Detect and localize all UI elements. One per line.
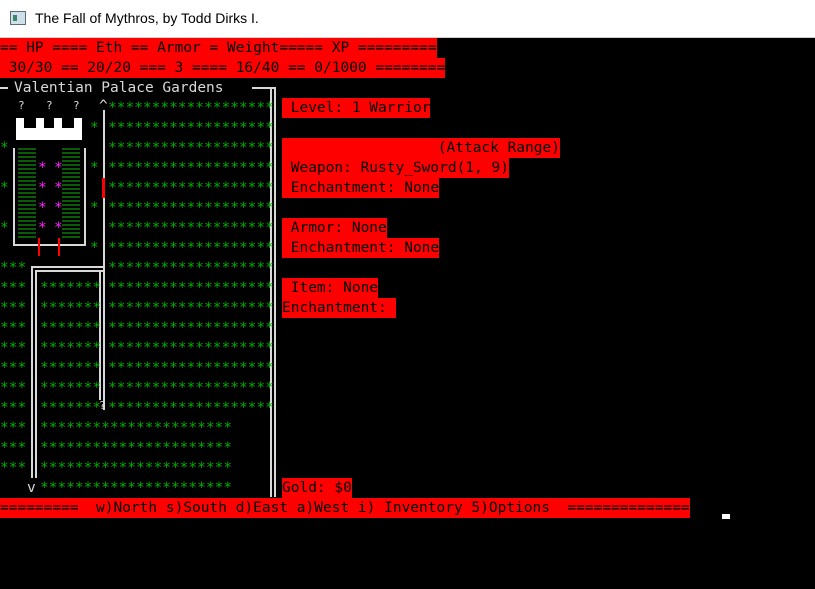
- item-label: Item: None: [282, 278, 379, 298]
- garden-row: *******************: [108, 100, 274, 116]
- garden-row: *******: [40, 340, 102, 356]
- garden-row-wide: **********************: [40, 480, 233, 496]
- item-enchantment-label: Enchantment:: [282, 298, 396, 318]
- garden-row: *******************: [108, 220, 274, 236]
- garden-row: ***: [0, 360, 27, 376]
- garden-row: ***: [0, 280, 27, 296]
- garden-row: *******************: [108, 180, 274, 196]
- garden-edge: *: [90, 200, 99, 216]
- garden-row: ***: [0, 340, 27, 356]
- garden-row: *******: [40, 300, 102, 316]
- garden-row: *******: [40, 280, 102, 296]
- map-frame-top-left: [0, 87, 8, 89]
- path-wall-top-inner: [35, 270, 103, 272]
- garden-edge: *: [90, 120, 99, 136]
- garden-row: *******************: [108, 160, 274, 176]
- armor-label: Armor: None: [282, 218, 387, 238]
- attack-range-label: (Attack Range): [282, 138, 560, 158]
- garden-row: *******************: [108, 360, 274, 376]
- level-label: Level: 1 Warrior: [282, 98, 431, 118]
- weapon-label: Weapon: Rusty_Sword(1, 9): [282, 158, 509, 178]
- garden-row-wide: **********************: [40, 420, 233, 436]
- garden-row: *******************: [108, 260, 274, 276]
- tower-gate: [58, 238, 60, 256]
- controls-bar: ========= w)North s)South d)East a)West …: [0, 498, 690, 518]
- garden-row: *******: [40, 360, 102, 376]
- garden-row: *******: [40, 380, 102, 396]
- map-title: Valentian Palace Gardens: [14, 78, 224, 98]
- garden-row: *******************: [108, 280, 274, 296]
- tower-marker: ?: [18, 99, 25, 112]
- garden-row: ***: [0, 300, 27, 316]
- armor-enchantment-label: Enchantment: None: [282, 238, 440, 258]
- tower-wall-bottom: [13, 244, 86, 246]
- stats-values: 30/30 == 20/20 === 3 ==== 16/40 == 0/100…: [0, 58, 446, 78]
- garden-row: ***: [0, 460, 27, 476]
- garden-row: ***: [0, 400, 27, 416]
- garden-row: ***: [0, 420, 27, 436]
- tower-flowers: * * * *: [54, 160, 63, 236]
- weapon-enchantment-label: Enchantment: None: [282, 178, 440, 198]
- path-wall-left-inner: [35, 270, 37, 478]
- console-app-icon: [10, 11, 26, 25]
- map-frame-top-right: [252, 87, 276, 89]
- garden-row: ***: [0, 380, 27, 396]
- garden-edge: *: [0, 220, 9, 236]
- garden-row: *******************: [108, 320, 274, 336]
- garden-row: *******************: [108, 300, 274, 316]
- tower-marker: ?: [73, 99, 80, 112]
- garden-row: *******: [40, 400, 102, 416]
- map-frame-right-wall-2: [274, 87, 276, 497]
- tower-wall-right: [84, 148, 86, 246]
- window-title: The Fall of Mythros, by Todd Dirks I.: [35, 10, 259, 26]
- garden-edge: *: [0, 140, 9, 156]
- castle-battlements-icon: [16, 118, 82, 140]
- garden-row: *******: [40, 320, 102, 336]
- tower-wall-left: [13, 148, 15, 246]
- garden-row: ***: [0, 320, 27, 336]
- gold-label: Gold: $0: [282, 478, 352, 498]
- window-titlebar: The Fall of Mythros, by Todd Dirks I.: [0, 0, 815, 38]
- path-wall-top: [31, 266, 105, 268]
- garden-row: *******************: [108, 400, 274, 416]
- garden-row: *******************: [108, 240, 274, 256]
- garden-edge: *: [90, 160, 99, 176]
- garden-edge: ***: [0, 260, 27, 276]
- tower-gate: [38, 238, 40, 256]
- tower-left-hedge: [18, 148, 36, 238]
- garden-row-wide: **********************: [40, 460, 233, 476]
- path-wall-left-outer: [31, 266, 33, 478]
- console-area[interactable]: == HP ==== Eth == Armor = Weight===== XP…: [0, 38, 815, 589]
- path-wall-right: [103, 110, 105, 410]
- garden-row-wide: **********************: [40, 440, 233, 456]
- tower-banner: [102, 178, 105, 198]
- garden-row: *******************: [108, 140, 274, 156]
- stats-header: == HP ==== Eth == Armor = Weight===== XP…: [0, 38, 437, 58]
- south-exit-marker: v: [27, 480, 36, 496]
- text-cursor: [722, 514, 730, 519]
- garden-edge: *: [90, 240, 99, 256]
- tower-marker: ?: [46, 99, 53, 112]
- garden-row: *******************: [108, 380, 274, 396]
- garden-row: ***: [0, 440, 27, 456]
- garden-row: *******************: [108, 120, 274, 136]
- tower-flowers: * * * *: [38, 160, 47, 236]
- garden-row: *******************: [108, 340, 274, 356]
- garden-row: *******************: [108, 200, 274, 216]
- garden-edge: *: [0, 180, 9, 196]
- tower-right-hedge: [62, 148, 80, 238]
